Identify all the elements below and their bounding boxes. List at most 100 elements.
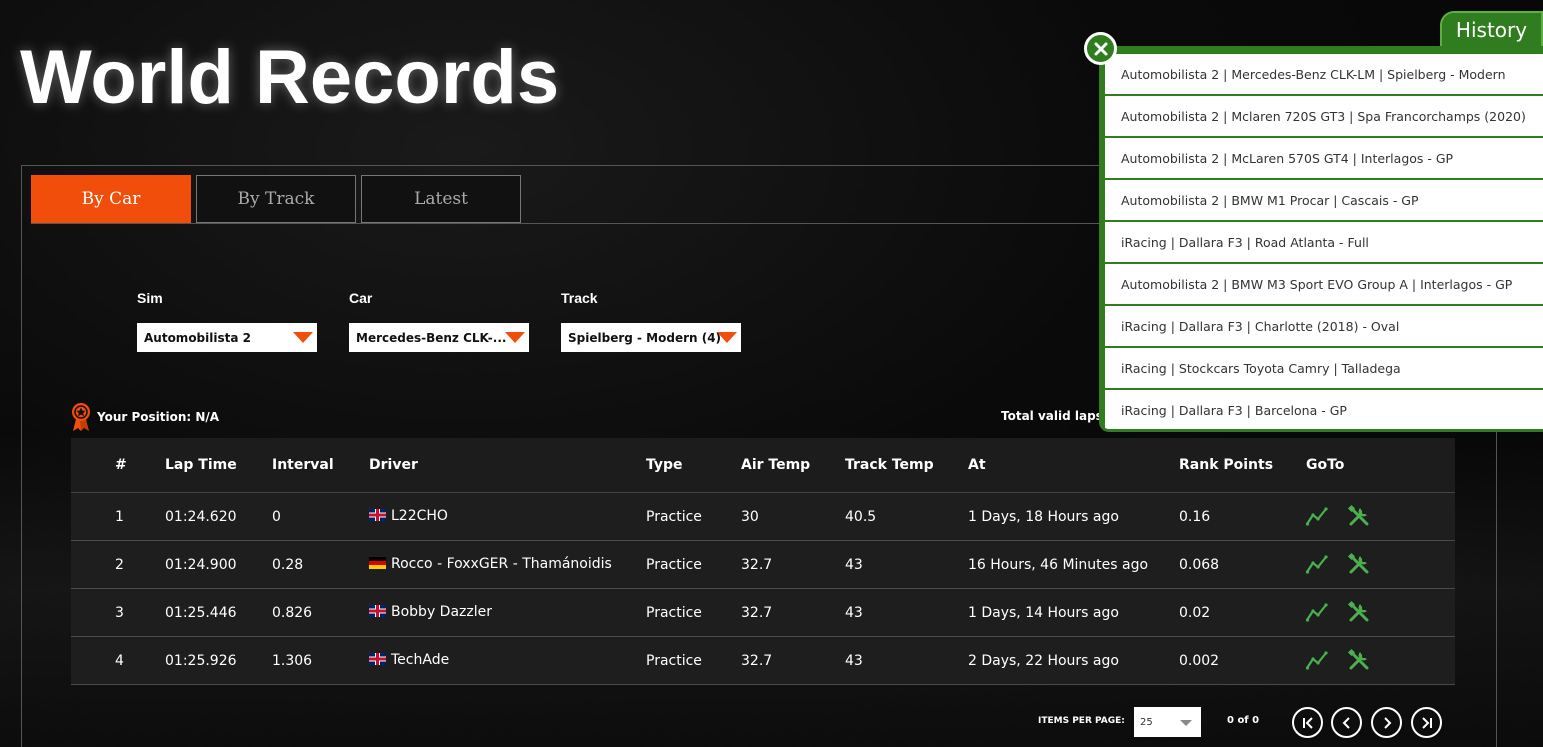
cell-rank: 3	[115, 605, 124, 621]
driver-name[interactable]: Bobby Dazzler	[391, 604, 492, 620]
cell-lap-time: 01:25.926	[165, 653, 237, 669]
col-track-temp[interactable]: Track Temp	[845, 457, 934, 473]
telemetry-chart-icon[interactable]	[1305, 648, 1329, 672]
history-panel: Automobilista 2 | Mercedes-Benz CLK-LM |…	[1099, 46, 1543, 432]
driver-name[interactable]: Rocco - FoxxGER - Thamánoidis	[391, 556, 612, 572]
cell-track-temp: 43	[845, 653, 863, 669]
tab-by-track[interactable]: By Track	[196, 175, 356, 223]
chevron-left-icon	[1342, 716, 1350, 729]
items-per-page-select[interactable]: 25	[1134, 707, 1201, 737]
col-interval[interactable]: Interval	[272, 457, 334, 473]
cell-driver: Bobby Dazzler	[369, 604, 492, 620]
history-item[interactable]: iRacing | Dallara F3 | Road Atlanta - Fu…	[1105, 222, 1543, 262]
tab-latest[interactable]: Latest	[361, 175, 521, 223]
car-label: Car	[349, 290, 373, 306]
history-item[interactable]: iRacing | Dallara F3 | Charlotte (2018) …	[1105, 306, 1543, 346]
setup-tools-icon[interactable]	[1347, 504, 1371, 528]
track-select-value: Spielberg - Modern (4)	[568, 330, 722, 345]
col-rank: #	[115, 457, 127, 473]
chevron-down-icon	[505, 332, 525, 343]
records-table: # Lap Time Interval Driver Type Air Temp…	[71, 438, 1455, 685]
cell-rank: 1	[115, 509, 124, 525]
col-at[interactable]: At	[968, 457, 986, 473]
previous-page-button[interactable]	[1331, 707, 1362, 738]
track-select[interactable]: Spielberg - Modern (4)	[561, 323, 741, 352]
cell-at: 2 Days, 22 Hours ago	[968, 653, 1119, 669]
history-item[interactable]: Automobilista 2 | BMW M1 Procar | Cascai…	[1105, 180, 1543, 220]
history-item[interactable]: iRacing | Dallara F3 | Barcelona - GP	[1105, 390, 1543, 429]
col-lap-time[interactable]: Lap Time	[165, 457, 237, 473]
col-driver[interactable]: Driver	[369, 457, 418, 473]
cell-driver: Rocco - FoxxGER - Thamánoidis	[369, 556, 612, 572]
items-per-page-label: ITEMS PER PAGE:	[1038, 716, 1125, 726]
cell-type: Practice	[646, 509, 702, 525]
first-page-icon	[1302, 716, 1313, 729]
car-filter: Car Mercedes-Benz CLK-...	[349, 290, 529, 352]
position-text: Your Position: N/A	[97, 410, 220, 424]
sim-select[interactable]: Automobilista 2	[137, 323, 317, 352]
view-tabs: By Car By Track Latest	[31, 175, 521, 223]
telemetry-chart-icon[interactable]	[1305, 504, 1329, 528]
chevron-right-icon	[1383, 716, 1391, 729]
last-page-button[interactable]	[1411, 707, 1442, 738]
col-air-temp[interactable]: Air Temp	[741, 457, 810, 473]
cell-track-temp: 43	[845, 557, 863, 573]
history-item[interactable]: iRacing | Stockcars Toyota Camry | Talla…	[1105, 348, 1543, 388]
cell-driver: TechAde	[369, 652, 449, 668]
col-goto: GoTo	[1306, 457, 1345, 473]
telemetry-chart-icon[interactable]	[1305, 552, 1329, 576]
setup-tools-icon[interactable]	[1347, 552, 1371, 576]
tab-by-car[interactable]: By Car	[31, 175, 191, 223]
table-row: 2 01:24.900 0.28 Rocco - FoxxGER - Thamá…	[71, 541, 1455, 589]
sim-select-value: Automobilista 2	[144, 330, 251, 345]
table-row: 1 01:24.620 0 L22CHO Practice 30 40.5 1 …	[71, 493, 1455, 541]
cell-rank: 4	[115, 653, 124, 669]
track-filter: Track Spielberg - Modern (4)	[561, 290, 741, 352]
goto-actions	[1305, 648, 1371, 672]
cell-rank-points: 0.002	[1179, 653, 1220, 669]
close-history-button[interactable]	[1084, 32, 1117, 65]
cell-interval: 0	[272, 509, 281, 525]
your-position: Your Position: N/A	[70, 402, 219, 432]
col-type[interactable]: Type	[646, 457, 683, 473]
car-select-value: Mercedes-Benz CLK-...	[356, 330, 507, 345]
cell-at: 1 Days, 14 Hours ago	[968, 605, 1119, 621]
setup-tools-icon[interactable]	[1347, 600, 1371, 624]
page-title: World Records	[20, 35, 560, 120]
cell-lap-time: 01:24.900	[165, 557, 237, 573]
driver-name[interactable]: TechAde	[391, 652, 449, 668]
telemetry-chart-icon[interactable]	[1305, 600, 1329, 624]
cell-rank-points: 0.02	[1179, 605, 1211, 621]
cell-rank-points: 0.16	[1179, 509, 1211, 525]
goto-actions	[1305, 504, 1371, 528]
cell-track-temp: 40.5	[845, 509, 877, 525]
history-item[interactable]: Automobilista 2 | Mclaren 720S GT3 | Spa…	[1105, 96, 1543, 136]
cell-air-temp: 32.7	[741, 653, 773, 669]
cell-track-temp: 43	[845, 605, 863, 621]
items-per-page-value: 25	[1140, 716, 1153, 728]
history-item[interactable]: Automobilista 2 | BMW M3 Sport EVO Group…	[1105, 264, 1543, 304]
next-page-button[interactable]	[1371, 707, 1402, 738]
cell-type: Practice	[646, 653, 702, 669]
table-row: 4 01:25.926 1.306 TechAde Practice 32.7 …	[71, 637, 1455, 685]
history-tab[interactable]: History	[1440, 11, 1543, 47]
chevron-down-icon	[293, 332, 313, 343]
uk-flag-icon	[369, 509, 386, 521]
col-rank-points[interactable]: Rank Points	[1179, 457, 1273, 473]
car-select[interactable]: Mercedes-Benz CLK-...	[349, 323, 529, 352]
chevron-down-icon	[717, 332, 737, 343]
history-item[interactable]: Automobilista 2 | Mercedes-Benz CLK-LM |…	[1105, 54, 1543, 94]
table-row: 3 01:25.446 0.826 Bobby Dazzler Practice…	[71, 589, 1455, 637]
cell-lap-time: 01:24.620	[165, 509, 237, 525]
cell-interval: 0.28	[272, 557, 304, 573]
cell-type: Practice	[646, 557, 702, 573]
setup-tools-icon[interactable]	[1347, 648, 1371, 672]
driver-name[interactable]: L22CHO	[391, 508, 448, 524]
last-page-icon	[1421, 716, 1432, 729]
cell-at: 1 Days, 18 Hours ago	[968, 509, 1119, 525]
track-label: Track	[561, 290, 598, 306]
history-item[interactable]: Automobilista 2 | McLaren 570S GT4 | Int…	[1105, 138, 1543, 178]
first-page-button[interactable]	[1292, 707, 1323, 738]
cell-rank: 2	[115, 557, 124, 573]
goto-actions	[1305, 552, 1371, 576]
